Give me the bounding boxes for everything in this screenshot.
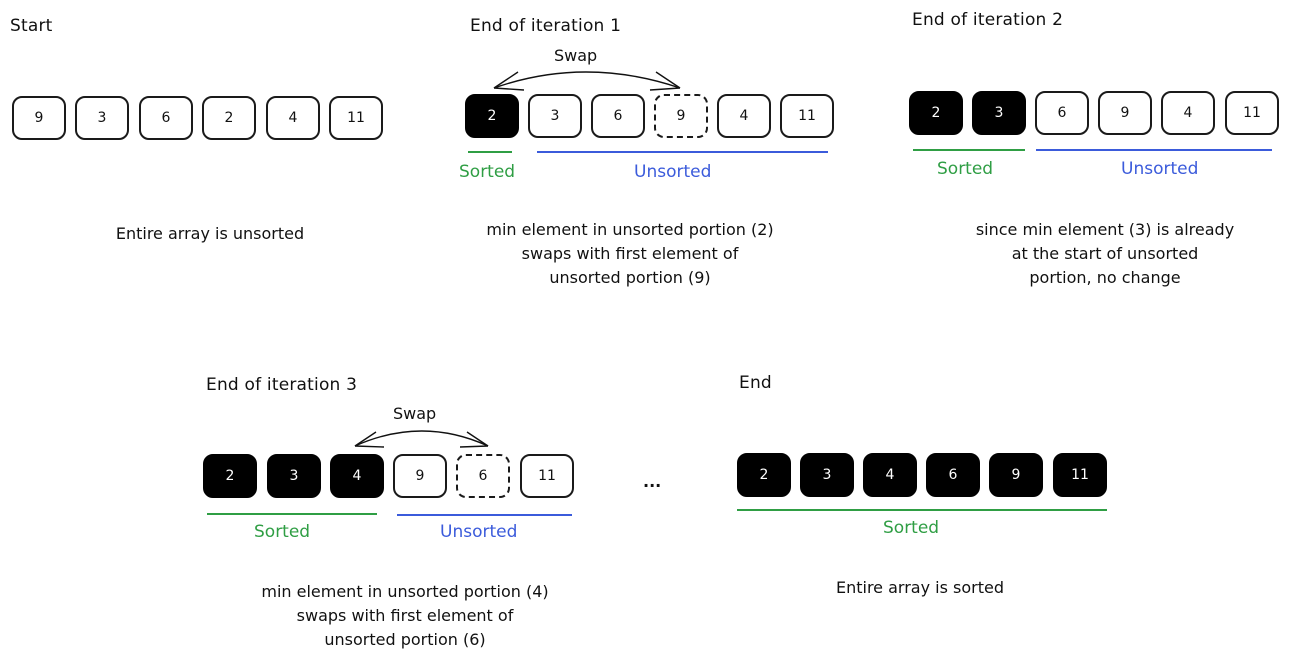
iter2-sorted-bar: [913, 149, 1025, 151]
array-cell: 11: [329, 96, 383, 140]
array-cell: 9: [1098, 91, 1152, 135]
iter3-sorted-label: Sorted: [254, 522, 311, 542]
array-cell: 3: [75, 96, 129, 140]
array-cell: 6: [926, 453, 980, 497]
array-cell: 4: [330, 454, 384, 498]
iter3-note: min element in unsorted portion (4) swap…: [261, 582, 549, 649]
array-cell: 11: [1225, 91, 1279, 135]
iter1-unsorted-label: Unsorted: [634, 162, 712, 182]
array-cell: 2: [737, 453, 791, 497]
iter2-unsorted-bar: [1036, 149, 1272, 151]
array-cell: 11: [1053, 453, 1107, 497]
iter3-unsorted-bar: [397, 514, 572, 516]
iter3-sorted-bar: [207, 513, 377, 515]
array-cell-swapped: 9: [654, 94, 708, 138]
array-cell: 2: [202, 96, 256, 140]
iter1-sorted-label: Sorted: [459, 162, 516, 182]
array-cell-swapped: 6: [456, 454, 510, 498]
end-sorted-bar: [737, 509, 1107, 511]
iter3-title: End of iteration 3: [206, 375, 358, 395]
array-cell: 9: [393, 454, 447, 498]
array-cell: 3: [972, 91, 1026, 135]
iter1-sorted-bar: [468, 151, 512, 153]
array-cell: 2: [909, 91, 963, 135]
end-sorted-label: Sorted: [883, 518, 940, 538]
start-title: Start: [10, 16, 53, 36]
iter1-swap-arrow-icon: [493, 71, 681, 91]
array-cell: 9: [12, 96, 66, 140]
end-title: End: [739, 373, 772, 393]
end-note: Entire array is sorted: [835, 578, 1004, 597]
iter1-title: End of iteration 1: [470, 16, 622, 36]
ellipsis: ...: [643, 472, 662, 491]
iter2-sorted-label: Sorted: [937, 159, 994, 179]
start-note: Entire array is unsorted: [115, 224, 305, 243]
array-cell: 4: [1161, 91, 1215, 135]
iter3-unsorted-label: Unsorted: [440, 522, 518, 542]
iter1-note: min element in unsorted portion (2) swap…: [486, 220, 774, 287]
iter3-swap-arrow-icon: [354, 430, 489, 448]
iter2-unsorted-label: Unsorted: [1121, 159, 1199, 179]
iter2-title: End of iteration 2: [912, 10, 1064, 30]
array-cell: 11: [520, 454, 574, 498]
array-cell: 2: [203, 454, 257, 498]
array-cell: 9: [989, 453, 1043, 497]
array-cell: 6: [139, 96, 193, 140]
array-cell: 2: [465, 94, 519, 138]
array-cell: 11: [780, 94, 834, 138]
array-cell: 6: [591, 94, 645, 138]
iter2-note: since min element (3) is already at the …: [975, 220, 1235, 287]
array-cell: 4: [717, 94, 771, 138]
array-cell: 4: [266, 96, 320, 140]
array-cell: 6: [1035, 91, 1089, 135]
array-cell: 3: [267, 454, 321, 498]
selection-sort-diagram: Start 9 3 6 2 4 11 Entire array is unsor…: [0, 0, 1289, 662]
array-cell: 4: [863, 453, 917, 497]
array-cell: 3: [528, 94, 582, 138]
iter1-unsorted-bar: [537, 151, 828, 153]
array-cell: 3: [800, 453, 854, 497]
